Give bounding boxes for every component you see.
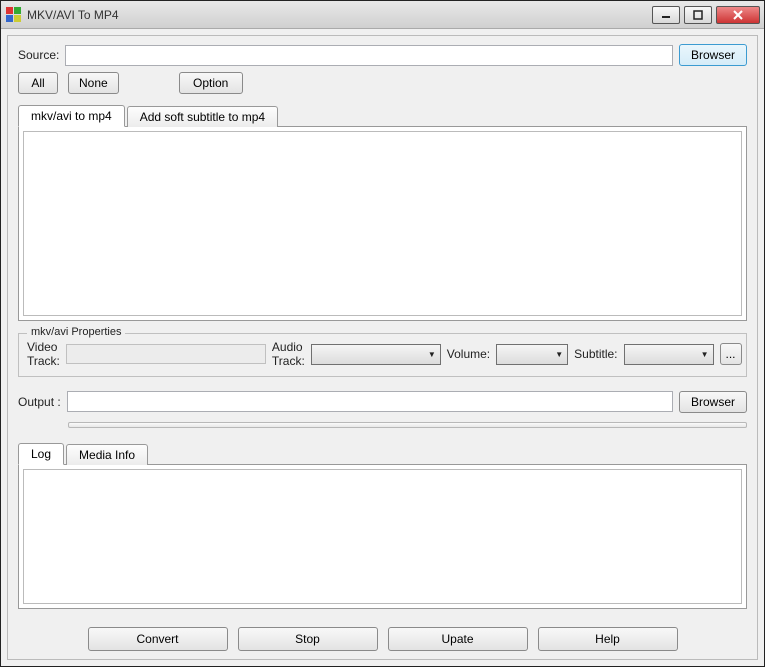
progress-bar bbox=[68, 422, 747, 429]
maximize-button[interactable] bbox=[684, 6, 712, 24]
tab-log[interactable]: Log bbox=[18, 443, 64, 465]
tab-add-subtitle[interactable]: Add soft subtitle to mp4 bbox=[127, 106, 278, 127]
output-label: Output : bbox=[18, 395, 61, 409]
tab-media-info[interactable]: Media Info bbox=[66, 444, 148, 465]
audio-track-select[interactable]: ▼ bbox=[311, 344, 441, 365]
video-track-label: Video Track: bbox=[27, 340, 60, 368]
properties-legend: mkv/avi Properties bbox=[27, 326, 125, 338]
chevron-down-icon: ▼ bbox=[428, 350, 436, 359]
properties-row: Video Track: Audio Track: ▼ Volume: ▼ Su… bbox=[27, 340, 738, 368]
audio-track-label: Audio Track: bbox=[272, 340, 305, 368]
source-browse-button[interactable]: Browser bbox=[679, 44, 747, 66]
subtitle-select[interactable]: ▼ bbox=[624, 344, 714, 365]
source-label: Source: bbox=[18, 48, 59, 62]
help-button[interactable]: Help bbox=[538, 627, 678, 651]
select-none-button[interactable]: None bbox=[68, 72, 119, 94]
output-row: Output : Browser bbox=[18, 391, 747, 413]
close-button[interactable] bbox=[716, 6, 760, 24]
source-row: Source: Browser bbox=[18, 44, 747, 66]
tab-mkv-avi-to-mp4[interactable]: mkv/avi to mp4 bbox=[18, 105, 125, 127]
stop-button[interactable]: Stop bbox=[238, 627, 378, 651]
log-textarea[interactable] bbox=[23, 469, 742, 604]
minimize-button[interactable] bbox=[652, 6, 680, 24]
log-tabs: Log Media Info bbox=[18, 442, 747, 464]
client-area: Source: Browser All None Option mkv/avi … bbox=[1, 29, 764, 666]
main-tabs: mkv/avi to mp4 Add soft subtitle to mp4 bbox=[18, 104, 747, 126]
window-controls bbox=[652, 6, 760, 24]
log-panel bbox=[18, 464, 747, 609]
subtitle-more-button[interactable]: ... bbox=[720, 343, 742, 365]
chevron-down-icon: ▼ bbox=[701, 350, 709, 359]
video-track-field bbox=[66, 344, 266, 364]
chevron-down-icon: ▼ bbox=[555, 350, 563, 359]
bottom-toolbar: Convert Stop Upate Help bbox=[18, 621, 747, 651]
volume-label: Volume: bbox=[447, 347, 490, 361]
convert-button[interactable]: Convert bbox=[88, 627, 228, 651]
source-input[interactable] bbox=[65, 45, 673, 66]
main-tabs-container: mkv/avi to mp4 Add soft subtitle to mp4 bbox=[18, 100, 747, 321]
option-button[interactable]: Option bbox=[179, 72, 243, 94]
file-list-panel bbox=[18, 126, 747, 321]
subtitle-label: Subtitle: bbox=[574, 347, 617, 361]
titlebar[interactable]: MKV/AVI To MP4 bbox=[1, 1, 764, 29]
select-all-button[interactable]: All bbox=[18, 72, 58, 94]
update-button[interactable]: Upate bbox=[388, 627, 528, 651]
selection-row: All None Option bbox=[18, 72, 747, 94]
properties-fieldset: mkv/avi Properties Video Track: Audio Tr… bbox=[18, 333, 747, 377]
volume-select[interactable]: ▼ bbox=[496, 344, 568, 365]
app-icon bbox=[5, 7, 21, 23]
output-browse-button[interactable]: Browser bbox=[679, 391, 747, 413]
output-input[interactable] bbox=[67, 391, 673, 412]
app-window: MKV/AVI To MP4 Source: Browser All None … bbox=[0, 0, 765, 667]
main-panel: Source: Browser All None Option mkv/avi … bbox=[7, 35, 758, 660]
log-tabs-container: Log Media Info bbox=[18, 438, 747, 609]
window-title: MKV/AVI To MP4 bbox=[27, 8, 652, 22]
file-list[interactable] bbox=[23, 131, 742, 316]
